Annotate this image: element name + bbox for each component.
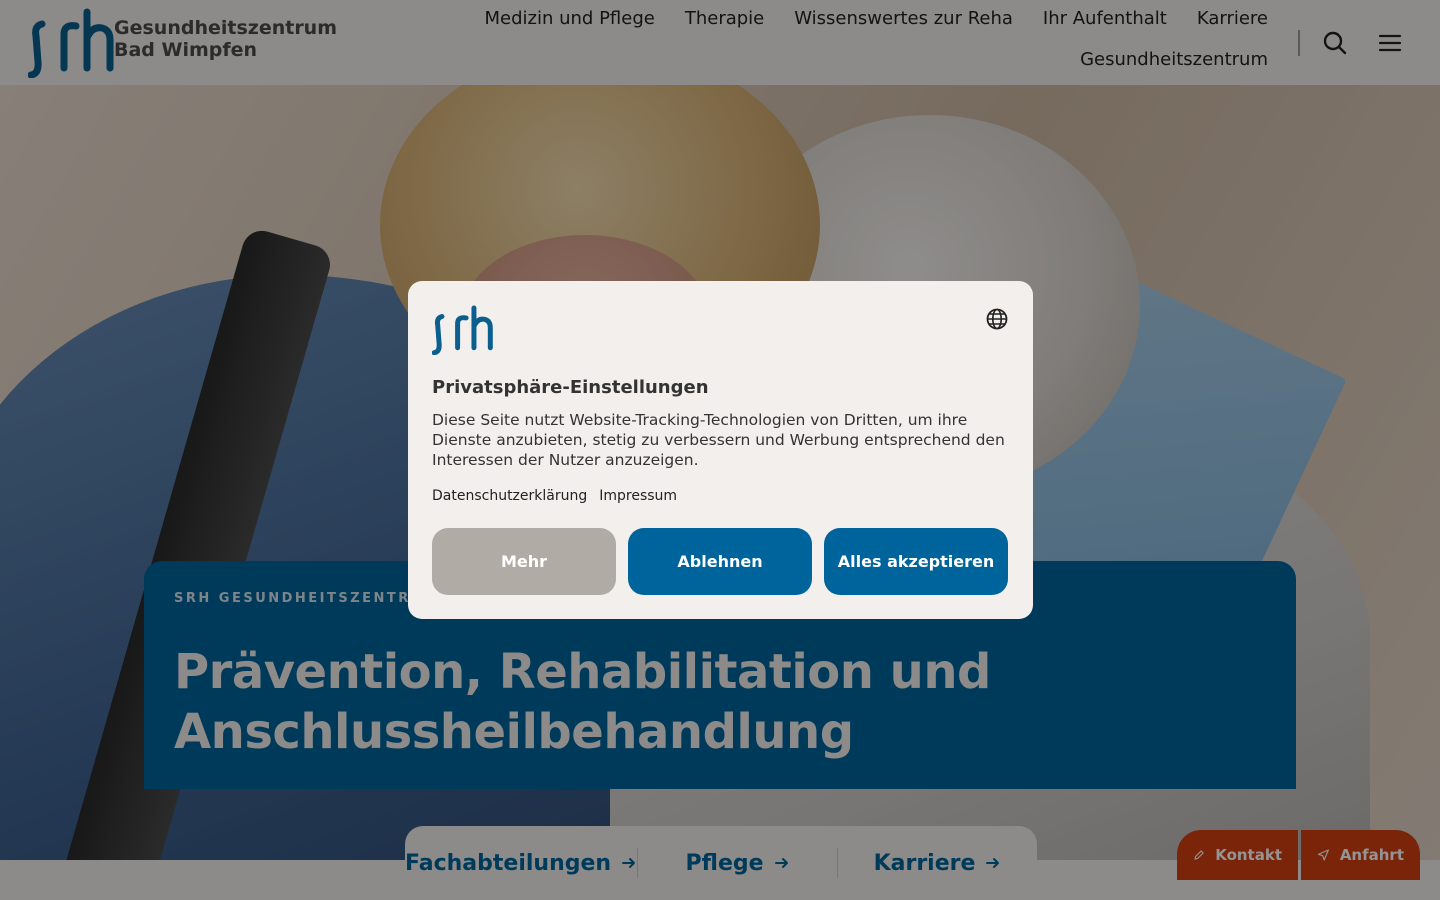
consent-dialog: Privatsphäre-Einstellungen Diese Seite n… [408, 281, 1033, 619]
consent-links: Datenschutzerklärung Impressum [432, 488, 677, 504]
consent-body: Diese Seite nutzt Website-Tracking-Techn… [432, 411, 1005, 469]
more-button[interactable]: Mehr [432, 528, 616, 595]
consent-title: Privatsphäre-Einstellungen [432, 377, 709, 398]
imprint-link[interactable]: Impressum [599, 488, 677, 504]
decline-button[interactable]: Ablehnen [628, 528, 812, 595]
privacy-policy-link[interactable]: Datenschutzerklärung [432, 488, 587, 504]
globe-icon [986, 308, 1008, 330]
accept-all-button[interactable]: Alles akzeptieren [824, 528, 1008, 595]
consent-buttons: Mehr Ablehnen Alles akzeptieren [432, 528, 1008, 595]
srh-logo-icon [431, 305, 493, 356]
consent-logo [431, 305, 496, 359]
language-button[interactable] [985, 307, 1009, 331]
